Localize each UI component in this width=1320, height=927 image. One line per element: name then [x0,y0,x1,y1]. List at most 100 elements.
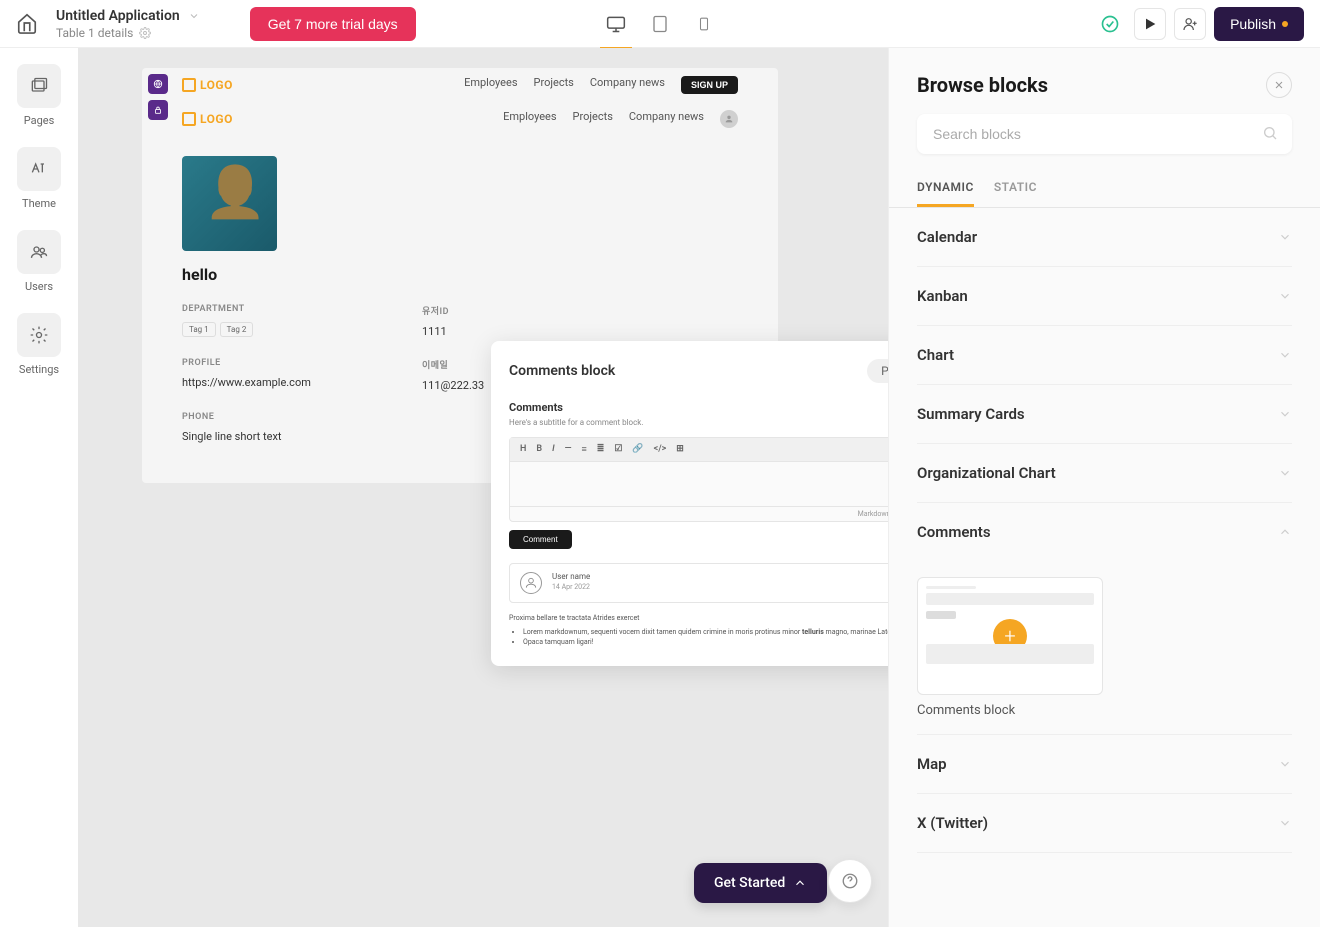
comments-subtitle: Here's a subtitle for a comment block. [509,418,888,427]
category-summary-cards[interactable]: Summary Cards [917,385,1292,444]
mobile-icon[interactable] [694,14,714,34]
add-user-icon[interactable] [1174,8,1206,40]
ul-tool[interactable]: ≡ [582,444,587,455]
avatar-icon[interactable] [720,110,738,128]
nav-link-employees[interactable]: Employees [464,76,517,94]
play-icon[interactable] [1134,8,1166,40]
comments-block-thumbnail[interactable]: + [917,577,1103,695]
trial-button[interactable]: Get 7 more trial days [250,7,416,41]
check-status-icon[interactable] [1094,8,1126,40]
code-tool[interactable]: </> [654,444,667,455]
tablet-icon[interactable] [650,14,670,34]
sidebar-item-label: Users [25,280,53,293]
search-icon [1262,125,1278,141]
profile-value: https://www.example.com [182,376,322,389]
user-avatar-icon [520,572,542,594]
profile-picture [182,156,277,251]
dept-label: DEPARTMENT [182,304,322,314]
logo-text: LOGO [200,78,233,92]
publish-button[interactable]: Publish [1214,7,1304,41]
userid-label: 유저ID [422,304,562,317]
breadcrumb: Table 1 details [56,26,133,40]
search-input[interactable] [917,114,1292,154]
canvas-area: LOGO Employees Projects Company news SIG… [78,48,888,927]
chevron-down-icon [1278,816,1292,830]
category-org-chart[interactable]: Organizational Chart [917,444,1292,503]
checklist-tool[interactable]: ☑ [614,444,622,455]
category-twitter[interactable]: X (Twitter) [917,794,1292,853]
lock-icon[interactable] [148,100,168,120]
home-icon[interactable] [16,12,40,36]
logo-text: LOGO [200,112,233,126]
category-map[interactable]: Map [917,735,1292,794]
comment-editor[interactable]: H B I — ≡ ≣ ☑ 🔗 </> ⊞ Markdown WYSIWYG [509,437,888,522]
category-comments[interactable]: Comments [917,503,1292,561]
sidebar-item-label: Settings [19,363,59,376]
category-kanban[interactable]: Kanban [917,267,1292,326]
comment-username: User name [552,572,590,581]
sidebar-item-pages[interactable]: Pages [17,64,61,127]
nav-link-news[interactable]: Company news [629,110,704,128]
gear-icon[interactable] [139,27,151,39]
tab-static[interactable]: STATIC [994,170,1037,207]
italic-tool[interactable]: I [552,444,555,455]
chevron-down-icon [1278,466,1292,480]
chevron-down-icon [1278,230,1292,244]
logo: LOGO [182,112,233,126]
comment-date: 14 Apr 2022 [552,583,590,591]
heading-tool[interactable]: H [520,444,526,455]
bold-tool[interactable]: B [536,444,542,455]
nav-link-projects[interactable]: Projects [573,110,613,128]
top-bar: Untitled Application Table 1 details Get… [0,0,1320,48]
codeblock-tool[interactable]: ⊞ [676,444,684,455]
profile-name: hello [182,265,738,284]
markdown-toggle[interactable]: Markdown [858,510,888,518]
tag: Tag 1 [182,322,216,337]
nav-link-projects[interactable]: Projects [534,76,574,94]
app-title: Untitled Application [56,8,180,24]
app-title-area: Untitled Application Table 1 details [56,8,200,40]
preview-badge: Preview [867,359,888,383]
profile-label: PROFILE [182,358,322,368]
hr-tool[interactable]: — [565,444,572,455]
nav-bar-2: LOGO Employees Projects Company news [142,102,778,136]
tab-dynamic[interactable]: DYNAMIC [917,170,974,207]
userid-value: 1111 [422,325,562,338]
chevron-down-icon[interactable] [188,10,200,22]
comment-submit-button[interactable]: Comment [509,530,572,549]
chevron-down-icon [1278,407,1292,421]
logo-icon [182,78,196,92]
sidebar-item-label: Theme [22,197,56,210]
block-thumb-label: Comments block [917,703,1292,718]
help-icon[interactable] [828,859,872,903]
ol-tool[interactable]: ≣ [597,444,605,455]
category-calendar[interactable]: Calendar [917,208,1292,267]
nav-link-employees[interactable]: Employees [503,110,556,128]
chevron-down-icon [1278,757,1292,771]
publish-label: Publish [1230,16,1276,32]
nav-link-news[interactable]: Company news [590,76,665,94]
chevron-down-icon [1278,348,1292,362]
get-started-button[interactable]: Get Started [694,863,827,903]
signup-button[interactable]: SIGN UP [681,76,738,94]
category-chart[interactable]: Chart [917,326,1292,385]
blocks-list[interactable]: Calendar Kanban Chart Summary Cards Orga… [889,208,1320,927]
sidebar-item-users[interactable]: Users [17,230,61,293]
phone-label: PHONE [182,412,322,422]
comment-item: User name 14 Apr 2022 [509,563,888,603]
publish-indicator-dot [1282,21,1288,27]
comment-body: Proxima bellare te tractata Atrides exer… [509,613,888,648]
sidebar-item-settings[interactable]: Settings [17,313,61,376]
block-tabs: DYNAMIC STATIC [889,170,1320,208]
logo-icon [182,112,196,126]
sidebar-item-theme[interactable]: Theme [17,147,61,210]
link-tool[interactable]: 🔗 [632,444,643,455]
comments-heading: Comments [509,401,888,414]
modal-title: Comments block [509,363,615,379]
close-icon[interactable] [1266,72,1292,98]
globe-icon[interactable] [148,74,168,94]
panel-title: Browse blocks [917,73,1048,97]
desktop-icon[interactable] [606,14,626,34]
nav-bar-1: LOGO Employees Projects Company news SIG… [142,68,778,102]
device-switcher [606,14,714,34]
